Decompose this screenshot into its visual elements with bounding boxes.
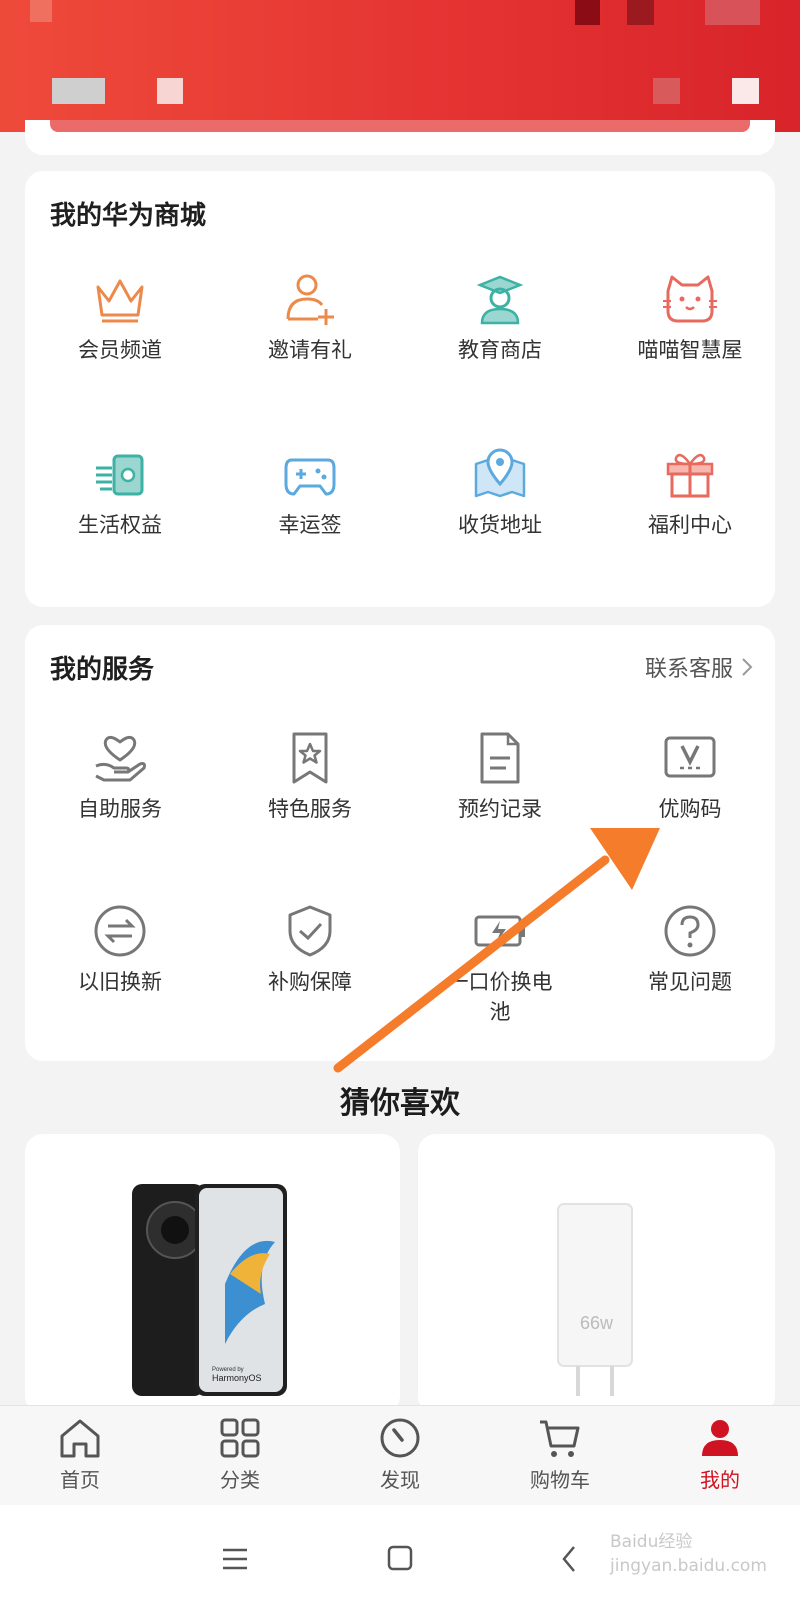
service-item-label: 自助服务 [78,797,162,821]
compass-icon [380,1418,420,1458]
home-square-icon[interactable] [387,1545,413,1571]
service-item-trade-in[interactable]: 以旧换新 [25,903,215,997]
chevron-right-icon [742,658,753,676]
mall-item-education[interactable]: 教育商店 [405,271,595,365]
contact-service-label: 联系客服 [644,657,733,682]
mall-item-label: 福利中心 [648,513,732,537]
mall-item-label: 教育商店 [458,338,542,362]
tab-label: 分类 [220,1468,260,1492]
mall-item-label: 会员频道 [78,338,162,362]
v-code-icon [664,736,716,778]
tab-label: 购物车 [530,1468,590,1492]
gamepad-icon [284,458,336,496]
cat-icon [663,275,717,323]
blurred-block [157,78,183,104]
profile-header [0,0,800,132]
tab-mine[interactable]: 我的 [660,1416,780,1493]
blurred-block [627,0,654,25]
bottom-tab-bar: 首页 分类 发现 购物车 我的 [0,1405,800,1506]
mall-item-label: 喵喵智慧屋 [637,338,743,362]
phone-image: Powered by HarmonyOS [132,1184,287,1396]
mall-item-life-benefits[interactable]: 生活权益 [25,446,215,540]
system-nav-bar: Baidu经验 jingyan.baidu.com [0,1505,800,1600]
grid-icon [220,1418,260,1458]
tab-label: 发现 [380,1468,420,1492]
charger-watt-label: 66w [580,1313,614,1333]
service-item-label: 补购保障 [268,970,352,994]
blurred-block [52,78,105,104]
crown-icon [96,279,144,323]
blurred-block [732,78,759,104]
product-card-phone[interactable]: Powered by HarmonyOS [25,1134,400,1414]
back-icon[interactable] [560,1545,578,1573]
graduate-icon [476,275,524,325]
blurred-block [575,0,600,25]
service-item-label: 预约记录 [458,797,542,821]
service-item-label: 以旧换新 [78,970,162,994]
gift-icon [666,453,714,498]
service-item-appointments[interactable]: 预约记录 [405,730,595,824]
service-item-label: 优购码 [658,797,722,821]
mall-item-label: 生活权益 [78,513,162,537]
mall-item-member[interactable]: 会员频道 [25,271,215,365]
header-card-edge [25,120,775,155]
service-item-label: 一口价换电池 [447,970,553,1024]
tab-category[interactable]: 分类 [180,1416,300,1493]
service-item-featured[interactable]: 特色服务 [215,730,405,824]
tab-cart[interactable]: 购物车 [500,1416,620,1493]
heart-hand-icon [95,735,146,782]
mall-item-smarthouse[interactable]: 喵喵智慧屋 [595,271,785,365]
blurred-block [653,78,680,104]
mall-item-welfare[interactable]: 福利中心 [595,446,785,540]
question-icon [664,905,716,957]
my-mall-title: 我的华为商城 [50,201,207,231]
charger-image: 66w [557,1203,633,1396]
tab-label: 首页 [60,1468,100,1492]
tab-discover[interactable]: 发现 [340,1416,460,1493]
blurred-block [705,0,760,25]
my-services-card: 我的服务 联系客服 自助服务 特色服务 预约记录 优购码 以旧换新 补购保障 一… [25,625,775,1061]
service-item-label: 特色服务 [268,797,352,821]
mall-item-invite[interactable]: 邀请有礼 [215,271,405,365]
service-item-protection[interactable]: 补购保障 [215,903,405,997]
my-services-title: 我的服务 [50,655,155,685]
mall-item-label: 邀请有礼 [268,338,352,362]
service-item-faq[interactable]: 常见问题 [595,903,785,997]
blurred-block [30,0,52,22]
mall-item-label: 幸运签 [278,513,342,537]
service-item-battery[interactable]: 一口价换电池 [405,903,595,1027]
home-icon [60,1419,100,1458]
mall-item-label: 收货地址 [458,513,542,537]
user-icon [702,1420,738,1456]
bookmark-star-icon [292,732,328,784]
mall-item-address[interactable]: 收货地址 [405,446,595,540]
document-icon [480,732,520,784]
baidu-watermark: Baidu经验 jingyan.baidu.com [610,1532,767,1576]
service-item-label: 常见问题 [648,970,732,994]
cart-icon [540,1420,580,1457]
shield-check-icon [288,905,332,957]
contact-service-link[interactable]: 联系客服 [645,651,753,683]
tab-home[interactable]: 首页 [20,1416,140,1493]
invite-user-icon [286,274,334,325]
battery-icon [474,915,525,947]
service-item-youguma[interactable]: 优购码 [595,730,785,824]
mall-item-lucky[interactable]: 幸运签 [215,446,405,540]
recommend-title: 猜你喜欢 [340,1086,460,1121]
coupon-stack-icon [96,454,144,496]
map-pin-icon [474,448,526,498]
exchange-icon [94,905,146,957]
phone-os-name: HarmonyOS [212,1373,262,1383]
menu-icon[interactable] [221,1547,249,1571]
tab-label: 我的 [700,1468,740,1492]
product-card-charger[interactable]: 66w [418,1134,775,1414]
service-item-self-help[interactable]: 自助服务 [25,730,215,824]
my-mall-card: 我的华为商城 会员频道 邀请有礼 教育商店 喵喵智慧屋 生活权益 幸运签 收货地… [25,171,775,607]
